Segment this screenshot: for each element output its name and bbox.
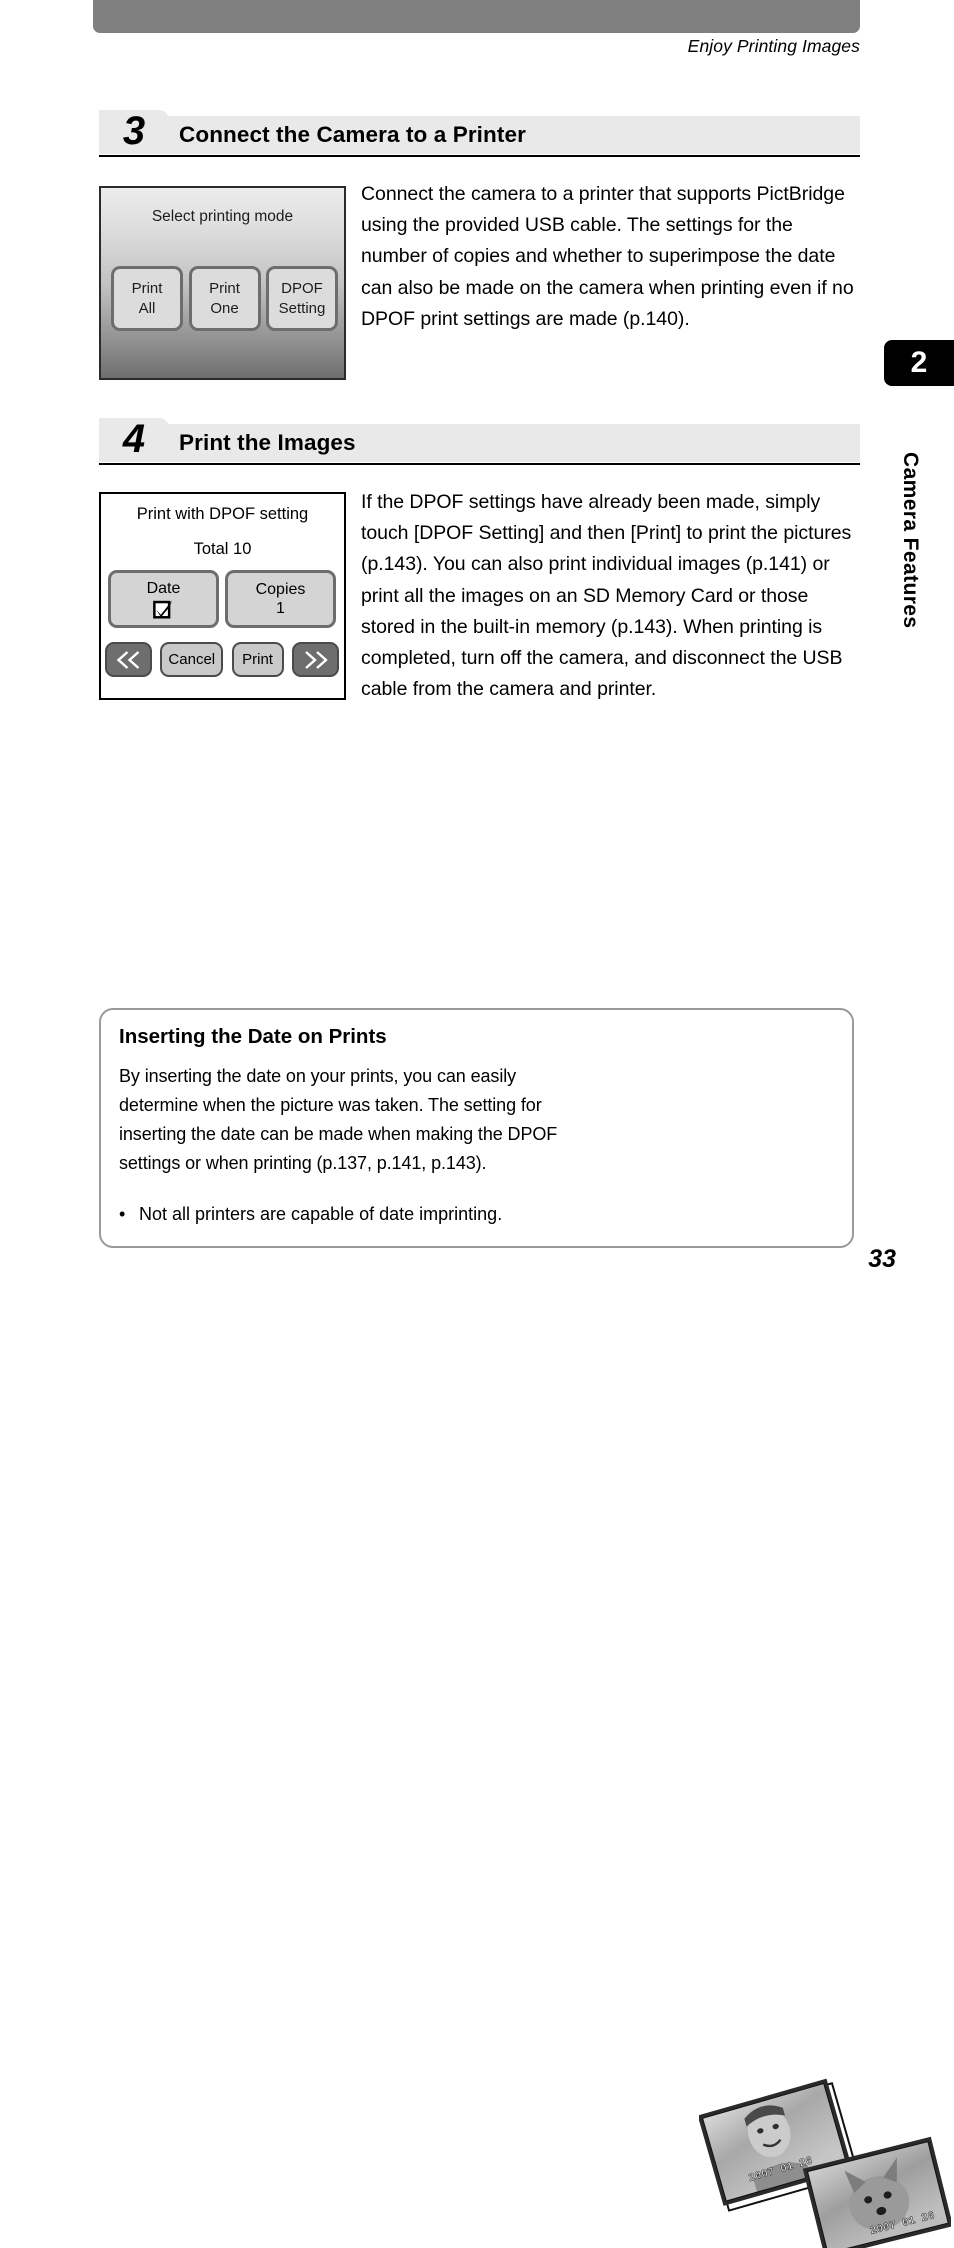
step-3-number: 3	[122, 109, 146, 153]
lcd1-button-dpof-setting-line2: Setting	[278, 299, 326, 317]
lcd2-button-copies-label: Copies	[255, 581, 306, 598]
date-imprint-photos-illustration: 2007 01 26 2007 01 26	[699, 2078, 951, 2248]
note-box-title: Inserting the Date on Prints	[119, 1025, 387, 1048]
lcd2-button-copies-value: 1	[276, 600, 285, 617]
chapter-tab: 2	[884, 340, 954, 386]
running-header-title: Enjoy Printing Images	[687, 36, 860, 56]
page-number: 33	[868, 1245, 896, 1273]
checkbox-checked-icon	[153, 600, 173, 619]
step-4-rule	[99, 462, 860, 465]
lcd2-button-cancel[interactable]: Cancel	[160, 642, 224, 677]
step-4-body-text: If the DPOF settings have already been m…	[361, 491, 852, 701]
note-box-bullet-text: Not all printers are capable of date imp…	[139, 1204, 503, 1224]
lcd1-title: Select printing mode	[151, 208, 294, 225]
lcd-screen-print-with-dpof: Print with DPOF setting Total 10 Date Co…	[99, 492, 346, 700]
lcd1-button-print-all[interactable]: Print All	[111, 266, 183, 331]
note-box-bullet-item: • Not all printers are capable of date i…	[119, 1200, 619, 1229]
bullet-dot-icon: •	[119, 1204, 126, 1224]
step-4-number: 4	[122, 417, 146, 461]
lcd2-nav-row: Cancel Print	[105, 642, 339, 677]
lcd2-title: Print with DPOF setting	[136, 505, 309, 523]
step-3-rule	[99, 154, 860, 157]
lcd1-button-print-all-line2: All	[138, 299, 156, 317]
chapter-tab-number: 2	[910, 346, 928, 379]
step-3-heading: 3 Connect the Camera to a Printer	[99, 109, 860, 157]
lcd2-option-row: Date Copies 1	[108, 570, 336, 628]
lcd2-button-next[interactable]	[291, 642, 339, 677]
step-3-body-text: Connect the camera to a printer that sup…	[361, 183, 854, 330]
lcd1-button-print-all-line1: Print	[131, 279, 163, 297]
lcd1-button-dpof-setting-line1: DPOF	[281, 279, 323, 297]
lcd2-button-date-label: Date	[146, 580, 181, 597]
lcd2-button-print-label: Print	[242, 651, 273, 668]
lcd2-button-previous[interactable]	[105, 642, 152, 677]
lcd2-total-count: Total 10	[193, 540, 252, 558]
note-box-body: By inserting the date on your prints, yo…	[119, 1066, 558, 1173]
lcd2-button-print[interactable]: Print	[231, 642, 284, 677]
lcd1-button-print-one-line1: Print	[209, 279, 240, 297]
lcd2-button-copies[interactable]: Copies 1	[225, 570, 336, 628]
chapter-tab-label: Camera Features	[899, 451, 922, 629]
lcd2-button-cancel-label: Cancel	[168, 651, 216, 668]
lcd1-button-print-one-line2: One	[210, 299, 239, 317]
chevron-double-left-icon	[116, 650, 139, 669]
lcd1-button-dpof-setting[interactable]: DPOF Setting	[266, 266, 338, 331]
step-4-heading: 4 Print the Images	[99, 417, 860, 465]
chevron-double-right-icon	[305, 650, 329, 669]
page-header-bar	[93, 0, 860, 33]
lcd2-button-date[interactable]: Date	[108, 570, 219, 628]
step-4-title: Print the Images	[179, 430, 356, 455]
note-box: Inserting the Date on Prints By insertin…	[99, 1008, 951, 2248]
lcd-screen-select-printing-mode: Select printing mode Print All Print One…	[99, 186, 346, 380]
lcd1-button-row: Print All Print One DPOF Setting	[111, 266, 338, 331]
lcd1-button-print-one[interactable]: Print One	[188, 266, 261, 331]
step-3-title: Connect the Camera to a Printer	[179, 122, 526, 147]
